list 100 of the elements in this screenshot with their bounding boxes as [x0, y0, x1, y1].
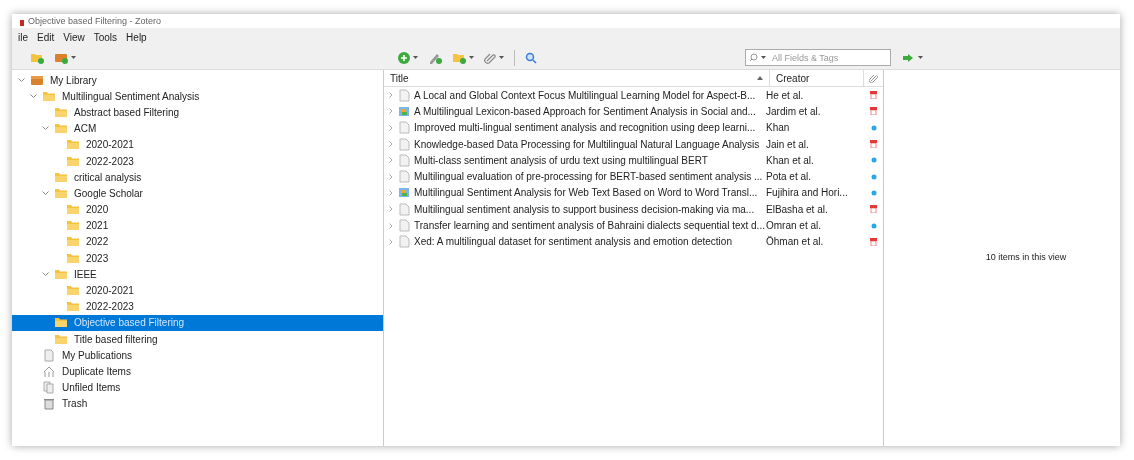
new-collection-button[interactable]	[30, 51, 44, 64]
collection-item[interactable]: Duplicate Items	[12, 363, 383, 380]
folder-icon	[54, 186, 68, 200]
collection-item[interactable]: 2022-2023	[12, 152, 383, 170]
chevron-right-icon[interactable]	[389, 222, 393, 229]
menu-item[interactable]: ile	[18, 29, 28, 45]
library-icon	[30, 73, 44, 87]
collection-item[interactable]: 2021	[12, 217, 383, 234]
folder-icon	[66, 154, 80, 168]
dropdown-caret-icon[interactable]	[469, 56, 474, 59]
collection-item[interactable]: 2020-2021	[12, 282, 383, 299]
search-field[interactable]: All Fields & Tags	[745, 49, 891, 66]
menu-item[interactable]: Tools	[93, 29, 118, 45]
documents-icon	[42, 381, 56, 395]
menu-item[interactable]: Edit	[37, 29, 55, 45]
folder-icon	[66, 284, 80, 298]
collection-item[interactable]: 2022-2023	[12, 298, 383, 315]
collection-item[interactable]: 2022	[12, 233, 383, 251]
search-button[interactable]	[525, 51, 537, 64]
item-title[interactable]: Multi-class sentiment analysis of urdu text using multilingual BERT	[414, 152, 766, 168]
pdf-icon[interactable]	[870, 140, 877, 149]
menu-item[interactable]: View	[63, 29, 85, 45]
item-title[interactable]: Xed: A multilingual dataset for sentiment analysis and emotion detection	[414, 234, 766, 250]
attachment-button[interactable]	[484, 51, 504, 64]
collection-item[interactable]: Abstract based Filtering	[12, 104, 383, 121]
toolbar-icon[interactable]	[398, 51, 410, 64]
chevron-down-icon[interactable]	[42, 126, 49, 132]
dot-icon[interactable]	[870, 222, 877, 229]
pdf-icon[interactable]	[870, 107, 877, 116]
collection-item[interactable]: Unfiled Items	[12, 379, 383, 396]
dropdown-caret-icon[interactable]	[918, 56, 923, 59]
folder-icon	[66, 138, 80, 152]
dot-icon[interactable]	[870, 173, 877, 180]
toolbar-icon[interactable]	[54, 51, 68, 64]
chevron-right-icon[interactable]	[389, 157, 393, 164]
collection-item[interactable]: Objective based Filtering	[12, 314, 383, 331]
item-title[interactable]: Improved multi-lingual sentiment analysis and recognition using deep learni...	[414, 120, 766, 136]
dot-icon[interactable]	[870, 124, 877, 131]
pdf-icon[interactable]	[870, 205, 877, 214]
collection-item[interactable]: Trash	[12, 395, 383, 412]
folder-icon	[66, 235, 80, 249]
chevron-right-icon[interactable]	[389, 238, 393, 245]
creator-column-header[interactable]: Creator	[770, 70, 864, 86]
document-icon	[398, 153, 410, 167]
document-icon	[398, 202, 410, 216]
collection-item[interactable]: My Publications	[12, 347, 383, 364]
item-title[interactable]: A Local and Global Context Focus Multilingual Learning Model for Aspect-B...	[414, 87, 766, 103]
chevron-down-icon[interactable]	[42, 271, 49, 277]
search-icon	[749, 53, 758, 62]
item-title[interactable]: Knowledge-based Data Processing for Multilingual Natural Language Analysis	[414, 136, 766, 152]
dot-icon[interactable]	[870, 189, 877, 196]
new-item-button[interactable]	[398, 51, 418, 64]
document-icon	[398, 137, 410, 151]
add-to-collection-button[interactable]	[452, 51, 474, 64]
dropdown-caret-icon[interactable]	[413, 56, 418, 59]
attachment-column-icon[interactable]	[869, 73, 878, 83]
chevron-down-icon[interactable]	[42, 190, 49, 196]
collection-item[interactable]: IEEE	[12, 266, 383, 283]
dropdown-caret-icon[interactable]	[761, 56, 766, 59]
chevron-right-icon[interactable]	[389, 124, 393, 131]
chevron-right-icon[interactable]	[389, 108, 393, 115]
item-title[interactable]: Multilingual evaluation of pre-processing for BERT-based sentiment analysis ...	[414, 169, 766, 185]
item-title[interactable]: Multilingual Sentiment Analysis for Web Text Based on Word to Word Transl...	[414, 185, 766, 201]
dot-icon[interactable]	[870, 157, 877, 164]
toolbar-icon[interactable]	[484, 51, 496, 64]
trash-icon	[42, 397, 56, 411]
chevron-right-icon[interactable]	[389, 189, 393, 196]
title-column-header[interactable]: Title	[384, 70, 770, 86]
new-note-button[interactable]	[428, 51, 442, 64]
collection-item[interactable]: My Library	[12, 72, 383, 89]
chevron-right-icon[interactable]	[389, 173, 393, 180]
item-title[interactable]: Transfer learning and sentiment analysis of Bahraini dialects sequential text d...	[414, 218, 766, 233]
item-creator: Fujihira and Hori...	[766, 186, 849, 201]
sync-button[interactable]	[903, 53, 923, 62]
item-title[interactable]: A Multilingual Lexicon-based Approach for Sentiment Analysis in Social and...	[414, 103, 766, 119]
item-title[interactable]: Multilingual sentiment analysis to support business decision-making via ma...	[414, 201, 766, 217]
collection-item[interactable]: ACM	[12, 120, 383, 137]
collection-item[interactable]: critical analysis	[12, 169, 383, 186]
collection-item[interactable]: Multilingual Sentiment Analysis	[12, 88, 383, 105]
folder-icon	[54, 105, 68, 119]
chevron-right-icon[interactable]	[389, 92, 393, 99]
collection-item[interactable]: 2020-2021	[12, 136, 383, 153]
folder-icon	[54, 122, 68, 136]
collection-item[interactable]: 2020	[12, 201, 383, 218]
menu-item[interactable]: Help	[126, 29, 147, 45]
chevron-right-icon[interactable]	[389, 141, 393, 148]
pdf-icon[interactable]	[870, 237, 877, 246]
new-library-button[interactable]	[54, 51, 76, 64]
pdf-icon[interactable]	[870, 91, 877, 100]
chevron-down-icon[interactable]	[18, 77, 25, 83]
dropdown-caret-icon[interactable]	[499, 56, 504, 59]
dropdown-caret-icon[interactable]	[71, 56, 76, 59]
collection-item[interactable]: Google Scholar	[12, 185, 383, 202]
document-icon	[42, 348, 56, 362]
toolbar-icon[interactable]	[903, 53, 913, 62]
item-creator: ElBasha et al.	[766, 202, 829, 217]
chevron-down-icon[interactable]	[30, 93, 37, 99]
collection-item[interactable]: 2023	[12, 250, 383, 267]
collection-item[interactable]: Title based filtering	[12, 331, 383, 348]
chevron-right-icon[interactable]	[389, 206, 393, 213]
